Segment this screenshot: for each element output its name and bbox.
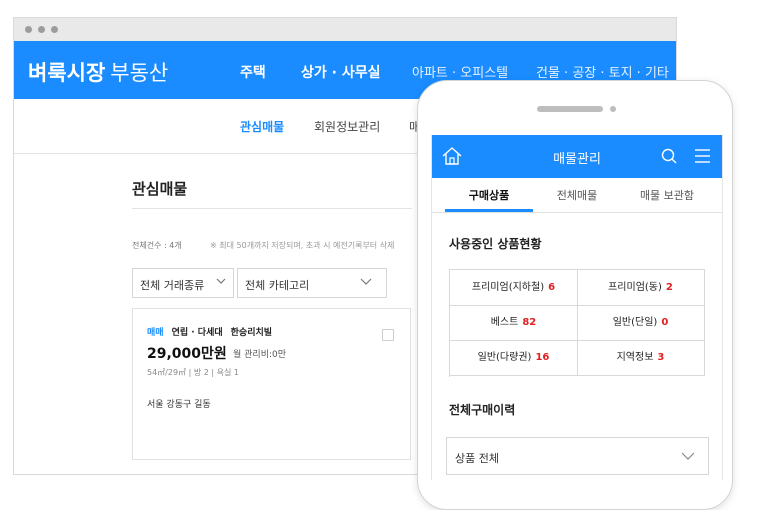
listing-price: 29,000만원 — [147, 346, 227, 362]
deal-type-select[interactable]: 전체 거래종류 — [132, 268, 234, 298]
listing-card[interactable]: 매매 연립 · 다세대 한승리치빌 29,000만원 월 관리비:0만 54㎡/29… — [132, 308, 411, 460]
total-count: 전체건수 : 4개 — [132, 241, 182, 250]
logo-normal-text: 부동산 — [110, 61, 169, 85]
listing-checkbox[interactable] — [382, 329, 394, 341]
chevron-down-icon — [681, 452, 695, 460]
product-filter-label: 상품 전체 — [455, 452, 499, 465]
product-cell: 프리미엄(동) 2 — [577, 270, 705, 306]
browser-title-bar — [14, 18, 676, 41]
chevron-down-icon — [216, 278, 226, 284]
category-select-label: 전체 카테고리 — [245, 279, 310, 292]
nav-housing[interactable]: 주택 — [240, 62, 266, 82]
product-count: 16 — [535, 352, 550, 363]
product-usage-grid: 프리미엄(지하철) 6 프리미엄(동) 2 베스트 82 일반(단일) 0 일반(다량권… — [449, 269, 705, 377]
mobile-device: 매물관리 구매상품 전체매물 매물 보관함 사용중인 상품현황 프리미엄(지하철… — [417, 80, 733, 510]
search-icon[interactable] — [661, 148, 677, 164]
tab-listing-archive[interactable]: 매물 보관함 — [622, 187, 712, 203]
active-tab-indicator — [445, 209, 533, 212]
product-label: 일반(단일) — [612, 317, 658, 328]
product-count: 3 — [657, 352, 665, 363]
chevron-down-icon — [360, 278, 372, 285]
nav-commercial-office[interactable]: 상가 · 사무실 — [301, 62, 380, 82]
nav-building-factory-land[interactable]: 건물 · 공장 · 토지 · 기타 — [536, 62, 669, 81]
logo-bold-text: 벼룩시장 — [28, 61, 106, 85]
subnav-favorites[interactable]: 관심매물 — [240, 118, 284, 135]
product-count: 0 — [661, 317, 669, 328]
product-cell: 지역정보 3 — [577, 340, 705, 376]
listing-specs: 54㎡/29㎡ | 방 2 | 욕실 1 — [147, 368, 239, 377]
usage-section-title: 사용중인 상품현황 — [449, 237, 542, 251]
phone-speaker — [537, 106, 603, 112]
product-label: 일반(다량권) — [477, 352, 532, 363]
hamburger-menu-icon[interactable] — [695, 149, 710, 163]
window-dot — [51, 26, 58, 33]
mobile-tabs: 구매상품 전체매물 매물 보관함 — [432, 178, 722, 213]
nav-apartment-officetel[interactable]: 아파트 · 오피스텔 — [412, 62, 508, 81]
product-label: 프리미엄(동) — [608, 282, 662, 293]
mobile-page-title: 매물관리 — [553, 152, 601, 167]
product-cell: 프리미엄(지하철) 6 — [450, 270, 578, 306]
product-cell: 베스트 82 — [450, 305, 578, 341]
product-filter-select[interactable]: 상품 전체 — [446, 437, 709, 475]
product-label: 지역정보 — [616, 352, 654, 363]
category-tag: 연립 · 다세대 — [171, 328, 223, 338]
deal-type-select-label: 전체 거래종류 — [140, 279, 205, 292]
listing-tags: 매매 연립 · 다세대 한승리치빌 — [147, 325, 272, 338]
window-dot — [38, 26, 45, 33]
product-cell: 일반(다량권) 16 — [450, 340, 578, 376]
purchase-history-title: 전체구매이력 — [449, 403, 516, 417]
tab-all-listings[interactable]: 전체매물 — [537, 187, 617, 203]
subnav-member-info[interactable]: 회원정보관리 — [314, 118, 380, 135]
category-select[interactable]: 전체 카테고리 — [237, 268, 387, 298]
product-label: 베스트 — [490, 317, 519, 328]
product-cell: 일반(단일) 0 — [577, 305, 705, 341]
mobile-screen: 매물관리 구매상품 전체매물 매물 보관함 사용중인 상품현황 프리미엄(지하철… — [431, 135, 723, 480]
mobile-app-bar: 매물관리 — [432, 135, 722, 178]
product-count: 82 — [522, 317, 537, 328]
tab-purchased-products[interactable]: 구매상품 — [445, 187, 533, 203]
site-logo[interactable]: 벼룩시장 부동산 — [28, 57, 168, 87]
divider — [132, 208, 412, 209]
window-dot — [25, 26, 32, 33]
phone-camera — [610, 106, 616, 112]
maintenance-fee: 월 관리비:0만 — [233, 350, 287, 360]
product-count: 2 — [665, 282, 673, 293]
product-label: 프리미엄(지하철) — [471, 282, 545, 293]
storage-notice: ※ 최대 50개까지 저장되며, 초과 시 예전기록부터 삭제 — [210, 241, 395, 250]
property-name: 한승리치빌 — [230, 328, 273, 338]
page-title: 관심매물 — [132, 180, 188, 198]
product-count: 6 — [548, 282, 556, 293]
deal-type-tag: 매매 — [147, 328, 164, 338]
listing-address: 서울 강동구 길동 — [147, 400, 211, 410]
